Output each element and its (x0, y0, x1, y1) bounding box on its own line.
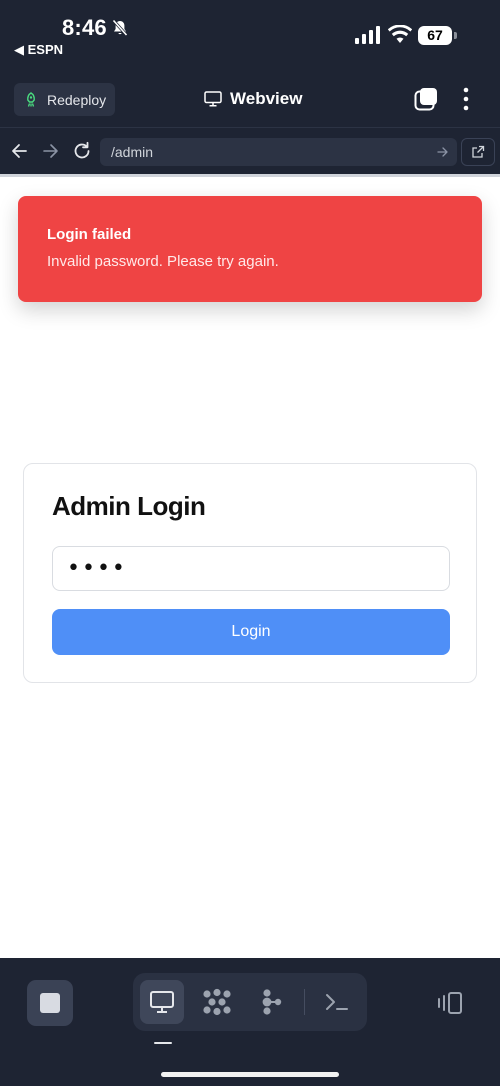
rocket-icon (27, 91, 35, 107)
wifi-icon (388, 25, 412, 43)
branch-icon (262, 989, 282, 1015)
webview-mode-button[interactable] (140, 980, 184, 1024)
status-time: 8:46 (62, 15, 107, 40)
toast-message: Invalid password. Please try again. (47, 253, 279, 270)
external-link-icon (472, 145, 485, 158)
terminal-mode-button[interactable] (315, 980, 359, 1024)
mode-switcher (133, 973, 367, 1031)
redeploy-label: Redeploy (47, 91, 107, 108)
terminal-icon (326, 994, 348, 1010)
go-arrow-icon[interactable] (437, 145, 449, 159)
reload-icon[interactable] (72, 141, 92, 161)
battery-icon: 67 (418, 26, 457, 45)
redeploy-button[interactable]: Redeploy (14, 83, 115, 116)
error-toast: Login failed Invalid password. Please tr… (18, 196, 482, 302)
header-title: Webview (204, 89, 302, 109)
bottom-toolbar (0, 958, 500, 1086)
cluster-mode-button[interactable] (195, 980, 239, 1024)
password-input[interactable] (52, 546, 450, 591)
login-card: Admin Login Login (23, 463, 477, 683)
toast-title: Login failed (47, 226, 132, 243)
mode-divider (304, 989, 305, 1015)
bell-slash-icon (112, 19, 128, 37)
url-input[interactable]: /admin (100, 138, 457, 166)
open-external-button[interactable] (461, 138, 495, 166)
url-bar: /admin (0, 129, 500, 174)
cluster-icon (203, 988, 231, 1016)
back-arrow-icon[interactable] (10, 141, 28, 161)
branch-mode-button[interactable] (250, 980, 294, 1024)
forward-arrow-icon[interactable] (42, 141, 60, 161)
login-button[interactable]: Login (52, 609, 450, 655)
monitor-icon (150, 991, 174, 1013)
more-vertical-icon[interactable] (458, 87, 474, 111)
url-text: /admin (111, 144, 154, 160)
tabs-icon[interactable] (414, 87, 438, 111)
signal-icon (355, 26, 380, 44)
monitor-icon (204, 91, 222, 107)
stop-icon (40, 993, 60, 1013)
status-bar: 8:46 ◀ ESPN 67 (0, 0, 500, 70)
login-title: Admin Login (52, 491, 206, 521)
app-header: Redeploy Webview (0, 70, 500, 128)
header-title-text: Webview (230, 89, 303, 108)
stop-button[interactable] (27, 980, 73, 1026)
split-view-icon[interactable] (436, 991, 464, 1015)
back-to-app-link[interactable]: ◀ ESPN (14, 42, 63, 58)
active-mode-indicator (154, 1042, 172, 1044)
webview-content: Login failed Invalid password. Please tr… (0, 174, 500, 958)
home-indicator (161, 1072, 339, 1077)
